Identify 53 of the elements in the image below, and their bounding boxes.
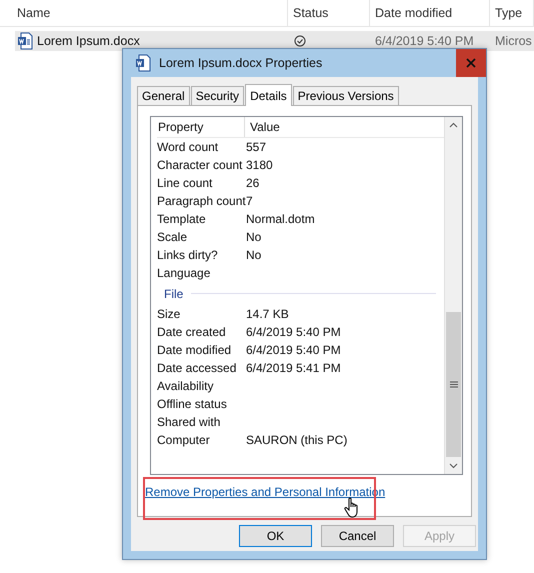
window-title: Lorem Ipsum.docx Properties [159, 56, 324, 70]
sync-check-icon [294, 35, 306, 47]
property-name: Word count [157, 140, 220, 154]
property-name: Line count [157, 176, 214, 190]
property-name: Date created [157, 325, 227, 339]
word-document-icon [135, 54, 151, 72]
column-header[interactable]: Type [490, 0, 534, 26]
property-name: Scale [157, 230, 188, 244]
scrollbar[interactable] [444, 117, 462, 474]
file-name: Lorem Ipsum.docx [37, 34, 140, 48]
close-icon [466, 58, 476, 68]
property-value: 6/4/2019 5:40 PM [246, 325, 341, 339]
column-header[interactable]: Date modified [370, 0, 490, 26]
property-name: Date modified [157, 343, 232, 357]
property-value: 6/4/2019 5:41 PM [246, 361, 341, 375]
column-header[interactable]: Name [0, 0, 288, 26]
property-name: Character count [157, 158, 244, 172]
scroll-thumb[interactable] [446, 312, 461, 457]
date-modified-cell-text: 6/4/2019 5:40 PM [374, 34, 475, 48]
column-header[interactable]: Property [157, 117, 245, 137]
section-heading: File [164, 286, 184, 300]
property-name: Size [157, 307, 182, 321]
property-value: 3180 [246, 158, 273, 172]
tab[interactable]: Security [190, 86, 244, 105]
property-name: Paragraph count [157, 194, 246, 208]
grip-icon [450, 381, 458, 388]
column-header[interactable]: Value [245, 117, 280, 137]
property-value: No [246, 248, 262, 262]
column-header[interactable]: Status [288, 0, 370, 26]
property-value: No [246, 230, 262, 244]
property-value: 557 [246, 140, 266, 154]
property-name: Links dirty? [157, 248, 219, 262]
property-name: Availability [157, 379, 214, 393]
property-name: Date accessed [157, 361, 238, 375]
property-name: Shared with [157, 415, 222, 429]
close-button[interactable] [456, 49, 486, 77]
property-name: Computer [157, 433, 211, 447]
property-name: Template [157, 212, 207, 226]
property-value: 7 [246, 194, 253, 208]
property-name: Offline status [157, 397, 228, 411]
property-value: SAURON (this PC) [246, 433, 348, 447]
property-value: 6/4/2019 5:40 PM [246, 343, 341, 357]
tab[interactable]: Details [245, 84, 292, 106]
word-document-icon [17, 32, 33, 50]
dialog-button[interactable]: OK [239, 525, 312, 547]
property-value: 14.7 KB [246, 307, 289, 321]
tab[interactable]: General [137, 86, 190, 105]
type-cell-text: Micros [494, 34, 533, 48]
tab[interactable]: Previous Versions [292, 86, 399, 105]
dialog-button[interactable]: Cancel [321, 525, 394, 547]
property-name: Language [157, 266, 212, 280]
property-value: Normal.dotm [246, 212, 315, 226]
property-value: 26 [246, 176, 260, 190]
